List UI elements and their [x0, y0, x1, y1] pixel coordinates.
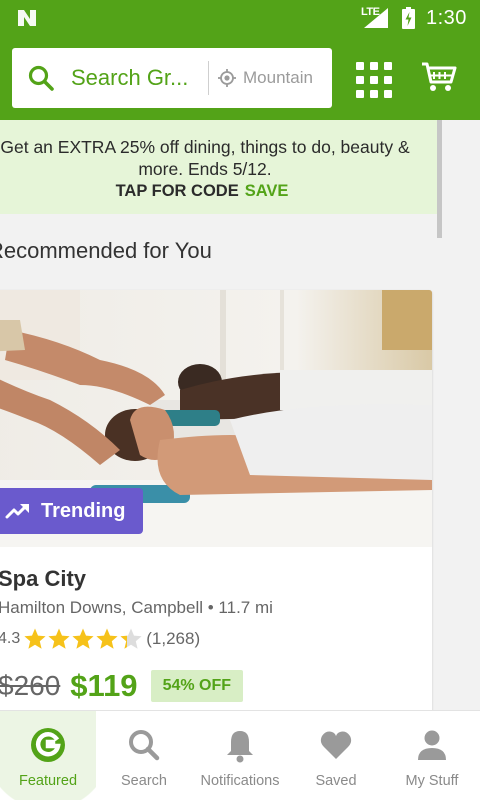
- trending-up-icon: [5, 504, 29, 519]
- search-icon: [129, 730, 160, 761]
- star-rating: [23, 627, 143, 651]
- nav-label: Notifications: [200, 773, 280, 789]
- cart-icon[interactable]: [420, 60, 458, 94]
- promo-message: Get an EXTRA 25% off dining, things to d…: [0, 137, 410, 179]
- bell-icon: [227, 731, 253, 763]
- search-icon: [28, 65, 54, 91]
- review-count: (1,268): [146, 629, 201, 648]
- search-divider: [208, 61, 209, 95]
- nav-featured[interactable]: Featured: [0, 711, 96, 800]
- nav-label: Saved: [315, 773, 357, 789]
- deal-location: Hamilton Downs, Campbell • 11.7 mi: [0, 598, 273, 617]
- promo-code: SAVE: [244, 182, 289, 200]
- nav-label: My Stuff: [405, 773, 459, 789]
- trending-badge: Trending: [0, 488, 143, 534]
- bottom-nav: Featured Search Notifications Saved My S…: [0, 710, 480, 800]
- clock: 1:30: [426, 7, 467, 29]
- discount-badge: 54% OFF: [150, 670, 244, 702]
- promo-cta[interactable]: TAP FOR CODE SAVE: [0, 182, 404, 201]
- star-icon: [96, 628, 118, 649]
- deal-card[interactable]: Trending Spa City Hamilton Downs, Campbe…: [0, 290, 432, 710]
- groupon-g-icon: [31, 728, 65, 762]
- scrollbar[interactable]: [437, 120, 442, 238]
- promo-banner[interactable]: Get an EXTRA 25% off dining, things to d…: [0, 120, 440, 214]
- location-text[interactable]: Mountain: [243, 68, 320, 88]
- app-bar: Search Gr... Mountain: [0, 36, 480, 120]
- search-box[interactable]: Search Gr... Mountain: [12, 48, 332, 108]
- status-bar: LTE 1:30: [0, 0, 480, 36]
- location-icon: [218, 69, 236, 87]
- nav-label: Search: [121, 773, 167, 789]
- star-icon: [48, 628, 70, 649]
- heart-icon: [320, 731, 352, 759]
- star-icon: [72, 628, 94, 649]
- nav-saved[interactable]: Saved: [288, 711, 384, 800]
- original-price: $260: [0, 670, 61, 701]
- nav-label: Featured: [18, 773, 78, 789]
- person-icon: [418, 730, 446, 760]
- nav-my-stuff[interactable]: My Stuff: [384, 711, 480, 800]
- signal-icon: [364, 8, 388, 28]
- featured-feed[interactable]: Get an EXTRA 25% off dining, things to d…: [0, 120, 480, 710]
- search-query[interactable]: Search Gr...: [71, 65, 191, 91]
- rating-value: 4.3: [0, 630, 21, 647]
- deal-title[interactable]: Spa City: [0, 566, 86, 592]
- battery-charging-icon: [402, 7, 415, 29]
- star-icon: [120, 628, 142, 649]
- star-icon: [24, 628, 46, 649]
- nav-notifications[interactable]: Notifications: [192, 711, 288, 800]
- promo-cta-label: TAP FOR CODE: [115, 182, 239, 200]
- section-title: Recommended for You: [0, 238, 212, 263]
- android-n-icon: [18, 10, 36, 26]
- deal-price: $119: [70, 668, 138, 703]
- rating-row: 4.3 (1,268): [0, 628, 200, 650]
- grid-menu-icon[interactable]: [354, 60, 392, 98]
- price-row: $260 $119 54% OFF: [0, 668, 244, 704]
- nav-search[interactable]: Search: [96, 711, 192, 800]
- trending-label: Trending: [41, 499, 126, 522]
